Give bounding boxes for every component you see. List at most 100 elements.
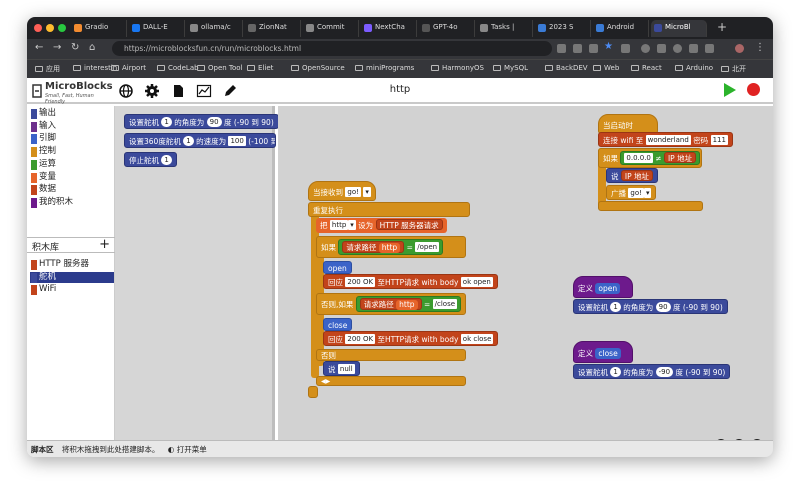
category-item[interactable]: 变量 [30,172,114,183]
category-color-swatch [31,172,37,183]
folder-icon [157,65,165,71]
define-close-block[interactable]: 定义 close [573,341,633,363]
bookmark-item[interactable]: miniPrograms [355,64,414,72]
new-tab-button[interactable]: + [717,20,727,34]
extension-icon[interactable] [689,44,698,53]
browser-tab[interactable]: Android [593,20,649,37]
library-header: 积木库 + [27,237,115,253]
maximize-window-button[interactable] [58,24,66,32]
bookmark-item[interactable]: 北开 [721,64,746,74]
extension-icon[interactable] [657,44,666,53]
share-icon[interactable] [589,44,598,53]
browser-tab[interactable]: 2023 S [535,20,591,37]
http-response-block[interactable]: 回应 200 OK 至HTTP请求 with body ok open [323,274,498,289]
extension-icon[interactable] [621,44,630,53]
extension-icon[interactable] [673,44,682,53]
category-item[interactable]: 数据 [30,184,114,196]
angle-value[interactable]: 90 [206,117,222,127]
category-item[interactable]: 控制 [30,146,114,158]
reload-icon[interactable]: ↻ [71,42,79,53]
servo-number[interactable]: 1 [161,117,172,127]
category-label: 运算 [39,158,57,169]
browser-tab[interactable]: ollama/c [187,20,243,37]
set-servo-angle-block[interactable]: 设置舵机 1 的角度为 90 度 (-90 到 90) [124,114,279,129]
broadcast-block[interactable]: 广播 go! ▾ [606,185,657,200]
if-block[interactable]: 如果 请求路径 http = /open [316,236,466,258]
library-item[interactable]: HTTP 服务器 [30,259,114,270]
set-servo-angle-block[interactable]: 设置舵机 1 的角度为 90 度 (-90 到 90) [573,299,728,314]
browser-tab[interactable]: NextCha [361,20,417,37]
set-servo-angle-block[interactable]: 设置舵机 1 的角度为 -90 度 (-90 到 90) [573,364,731,379]
category-item[interactable]: 引脚 [30,133,114,145]
define-open-block[interactable]: 定义 open [573,276,633,298]
when-receive-block[interactable]: 当接收到 go! ▾ [308,181,376,201]
stop-button[interactable] [747,83,760,96]
browser-tab[interactable]: Tasks | [477,20,533,37]
bookmark-item[interactable]: HarmonyOS [431,64,484,72]
category-item[interactable]: 运算 [30,159,114,170]
extension-icon[interactable] [641,44,650,53]
bookmark-item[interactable]: Open Tool [197,64,243,72]
bookmark-item[interactable]: Airport [111,64,146,72]
call-open-block[interactable]: open [323,261,352,274]
tab-favicon-icon [422,24,430,32]
browser-tab[interactable]: Commit [303,20,359,37]
stop-servo-block[interactable]: 停止舵机 1 [124,152,177,167]
open-menu-label[interactable]: 打开菜单 [177,445,207,454]
bookmark-item[interactable]: MySQL [493,64,528,72]
bookmark-item[interactable]: Web [593,64,619,72]
bookmark-item[interactable]: Arduino [675,64,713,72]
bookmark-item[interactable]: Eliet [247,64,273,72]
say-block[interactable]: 说 IP 地址 [606,168,659,183]
puzzle-icon[interactable] [705,44,714,53]
bookmark-item[interactable]: OpenSource [291,64,345,72]
browser-tab[interactable]: MicroBl [651,20,707,37]
avatar[interactable] [735,44,744,53]
browser-tab[interactable]: GPT-4o [419,20,475,37]
category-item[interactable]: 输出 [30,108,114,119]
speed-value[interactable]: 100 [228,136,246,146]
menu-icon[interactable]: ⋮ [755,42,765,53]
run-button[interactable] [724,83,736,97]
bookmark-item[interactable]: CodeLab [157,64,199,72]
library-item[interactable]: WiFi [30,284,114,296]
set-variable-block[interactable]: 把 http ▾ 设为 HTTP 服务器请求 [316,218,447,233]
category-label: 变量 [39,171,57,182]
set-360-servo-speed-block[interactable]: 设置360度舵机 1 的速度为 100 (-100 到 [124,133,276,148]
forward-icon[interactable]: → [53,42,61,53]
servo-number[interactable]: 1 [183,136,194,146]
home-icon[interactable]: ⌂ [89,42,95,53]
add-library-button[interactable]: + [99,238,110,252]
else-if-block[interactable]: 否则,如果 请求路径 http = /close [316,293,466,315]
category-item[interactable]: 我的积木 [30,197,114,208]
close-window-button[interactable] [34,24,42,32]
servo-number[interactable]: 1 [161,155,172,165]
browser-tab[interactable]: Gradio [71,20,127,37]
bookmark-item[interactable]: BackDEV [545,64,588,72]
url-field[interactable]: https://microblocksfun.cn/run/microblock… [112,41,552,56]
bookmark-label: Eliet [258,64,274,72]
call-close-block[interactable]: close [323,318,353,331]
when-started-block[interactable]: 当启动时 [598,114,658,134]
else-block[interactable]: 否则 [316,349,466,361]
library-item[interactable]: 舵机 [30,271,114,283]
key-icon[interactable] [573,44,582,53]
category-item[interactable]: 输入 [30,121,114,132]
back-icon[interactable]: ← [35,42,43,53]
browser-tab[interactable]: DALL-E [129,20,185,37]
minimize-window-button[interactable] [46,24,54,32]
status-bar: 脚本区 将积木拖拽到此处搭建脚本。 ◐ 打开菜单 [27,440,773,457]
say-block[interactable]: 说 null [323,361,360,376]
open-menu-icon[interactable]: ◐ [168,445,175,454]
if-block[interactable]: 如果 0.0.0.0 ≠ IP 地址 [598,148,702,168]
screen-icon[interactable] [557,44,566,53]
forever-block[interactable]: 重复执行 [308,202,470,217]
bookmark-item[interactable]: 应用 [35,64,60,74]
category-color-swatch [31,109,37,119]
folder-icon [197,65,205,71]
wifi-connect-block[interactable]: 连接 wifi 至 wonderland 密码 111 [598,132,733,147]
http-response-block[interactable]: 回应 200 OK 至HTTP请求 with body ok close [323,331,499,346]
browser-tab[interactable]: ZionNat [245,20,301,37]
star-icon[interactable]: ★ [604,41,613,52]
bookmark-item[interactable]: React [631,64,662,72]
